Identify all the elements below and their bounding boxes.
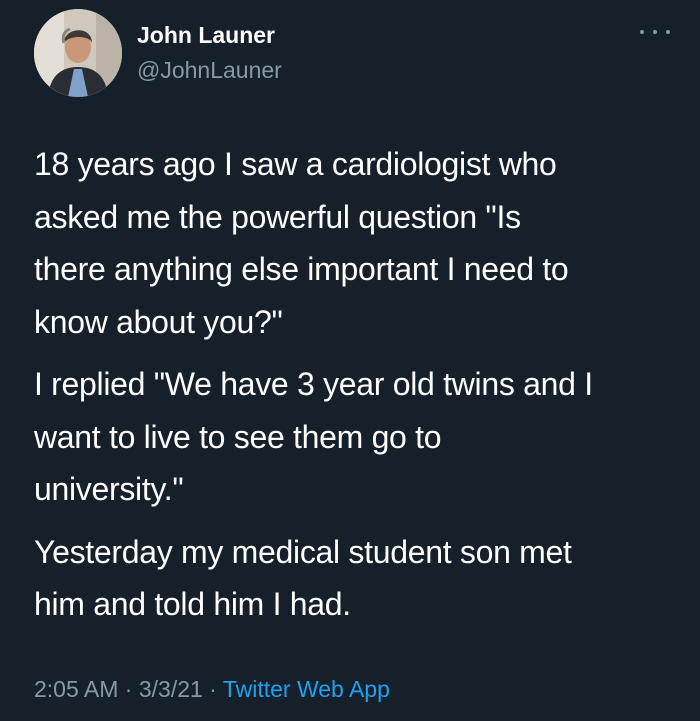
- tweet-paragraph: Yesterday my medical student son met him…: [34, 526, 684, 631]
- tweet-source-link[interactable]: Twitter Web App: [223, 676, 390, 702]
- tweet-line: asked me the powerful question "Is: [34, 198, 521, 235]
- dot: [653, 30, 657, 34]
- tweet-paragraph: I replied "We have 3 year old twins and …: [34, 358, 684, 516]
- separator: ·: [202, 676, 223, 702]
- tweet-line: want to live to see them go to: [34, 418, 442, 455]
- tweet-paragraph: 18 years ago I saw a cardiologist who as…: [34, 138, 684, 348]
- more-horizontal-icon[interactable]: [640, 22, 670, 42]
- dot: [666, 30, 670, 34]
- tweet-line: Yesterday my medical student son met: [34, 533, 572, 570]
- tweet-card: John Launer @JohnLauner 18 years ago I s…: [0, 0, 700, 721]
- author-name[interactable]: John Launer: [137, 22, 275, 49]
- tweet-line: there anything else important I need to: [34, 251, 569, 287]
- tweet-line: 18 years ago I saw a cardiologist who: [34, 146, 557, 182]
- author-handle[interactable]: @JohnLauner: [137, 57, 282, 84]
- tweet-time[interactable]: 2:05 AM: [34, 676, 118, 702]
- tweet-line: I replied "We have 3 year old twins and …: [34, 366, 593, 402]
- separator: ·: [118, 676, 139, 702]
- tweet-text: 18 years ago I saw a cardiologist who as…: [34, 138, 684, 641]
- dot: [640, 30, 644, 34]
- tweet-line: know about you?": [34, 303, 283, 340]
- tweet-line: him and told him I had.: [34, 586, 351, 622]
- tweet-meta: 2:05 AM · 3/3/21 · Twitter Web App: [34, 676, 390, 703]
- tweet-line: university.": [34, 471, 184, 507]
- avatar[interactable]: [34, 9, 122, 97]
- avatar-photo: [34, 9, 122, 97]
- tweet-date[interactable]: 3/3/21: [139, 676, 203, 702]
